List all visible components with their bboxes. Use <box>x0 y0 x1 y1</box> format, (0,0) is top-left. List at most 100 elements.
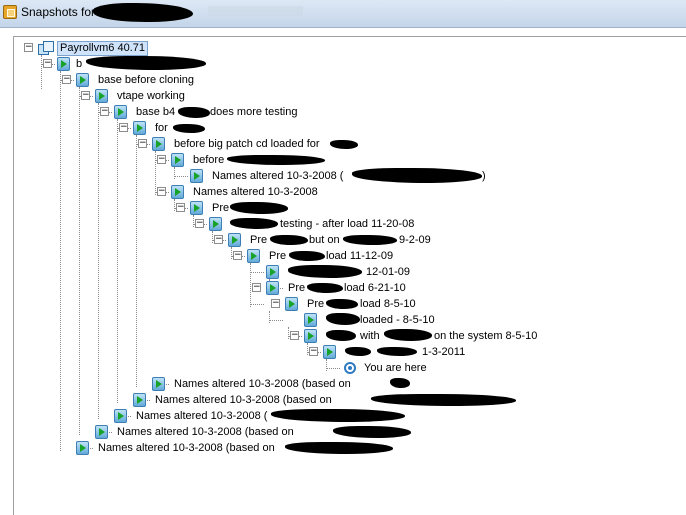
tree-node-snapshot[interactable]: for <box>155 122 168 135</box>
collapse-toggle[interactable]: − <box>43 59 52 68</box>
redaction-mark <box>384 329 432 341</box>
redaction-mark <box>326 313 360 325</box>
tree-connector <box>41 55 42 89</box>
tree-node-snapshot[interactable]: Names altered 10-3-2008 ( <box>136 410 267 423</box>
redaction-mark <box>377 347 417 356</box>
collapse-toggle[interactable]: − <box>290 331 299 340</box>
redaction-mark <box>343 235 397 245</box>
tree-node-label-suffix: does more testing <box>210 106 298 118</box>
tree-node-snapshot[interactable]: Names altered 10-3-2008 <box>193 186 318 199</box>
tree-node-snapshot[interactable]: loaded - 8-5-10 <box>360 314 435 327</box>
title-bar: Snapshots for <box>0 0 686 28</box>
tree-node-snapshot[interactable]: testing - after load 11-20-08 <box>280 218 414 231</box>
snapshot-icon <box>152 137 165 151</box>
snapshot-icon <box>76 441 89 455</box>
collapse-toggle[interactable]: − <box>157 155 166 164</box>
redaction-mark <box>326 299 358 309</box>
redaction-mark <box>227 155 325 165</box>
tree-node-snapshot[interactable]: Pre <box>307 298 324 311</box>
redaction-mark <box>333 426 411 438</box>
tree-node-snapshot[interactable]: Names altered 10-3-2008 (based on <box>174 378 351 391</box>
collapse-toggle[interactable]: − <box>176 203 185 212</box>
redaction-mark <box>178 107 210 118</box>
collapse-toggle[interactable]: − <box>195 219 204 228</box>
snapshot-icon <box>133 121 146 135</box>
collapse-toggle[interactable]: − <box>233 251 242 260</box>
redaction-mark <box>330 140 358 149</box>
tree-node-snapshot[interactable]: with <box>360 330 380 343</box>
tree-node-snapshot[interactable]: base b4 <box>136 106 175 119</box>
tree-connector <box>174 176 188 177</box>
tree-node-snapshot[interactable]: base before cloning <box>98 74 194 87</box>
tree-connector <box>98 103 99 419</box>
tree-node-snapshot[interactable]: Names altered 10-3-2008 (based on <box>155 394 332 407</box>
redaction-mark <box>271 409 405 422</box>
collapse-toggle[interactable]: − <box>62 75 71 84</box>
redaction-mark <box>173 124 205 133</box>
snapshot-tree[interactable]: − Payrollvm6 40.71 − b − base before clo… <box>13 36 686 515</box>
tree-connector <box>326 359 327 371</box>
redaction-mark <box>371 394 516 406</box>
redaction-mark <box>285 442 393 454</box>
collapse-toggle[interactable]: − <box>252 283 261 292</box>
redaction-mark <box>352 168 482 183</box>
snapshot-icon <box>95 89 108 103</box>
tree-connector <box>288 327 289 339</box>
snapshot-icon <box>190 201 203 215</box>
tree-node-vm-root[interactable]: Payrollvm6 40.71 <box>57 41 148 56</box>
collapse-toggle[interactable]: − <box>271 299 280 308</box>
snapshot-icon <box>285 297 298 311</box>
redaction-mark <box>288 265 362 278</box>
tree-node-you-are-here[interactable]: You are here <box>364 362 427 375</box>
tree-node-snapshot[interactable]: vtape working <box>117 90 185 103</box>
collapse-toggle[interactable]: − <box>24 43 33 52</box>
tree-node-snapshot[interactable]: Pre <box>288 282 305 295</box>
tree-node-label-suffix: load 6-21-10 <box>344 282 406 294</box>
tree-node-snapshot[interactable]: Pre <box>250 234 267 247</box>
tree-node-snapshot[interactable]: before <box>193 154 224 167</box>
collapse-toggle[interactable]: − <box>309 347 318 356</box>
tree-node-snapshot[interactable]: Names altered 10-3-2008 ( <box>212 170 343 183</box>
tree-node-snapshot[interactable]: 12-01-09 <box>366 266 410 279</box>
snapshot-icon <box>209 217 222 231</box>
redaction-mark <box>86 56 206 70</box>
snapshot-icon <box>266 281 279 295</box>
snapshot-icon <box>266 265 279 279</box>
snapshot-icon <box>95 425 108 439</box>
tree-node-snapshot[interactable]: Names altered 10-3-2008 (based on <box>117 426 294 439</box>
tree-node-snapshot[interactable]: Pre <box>212 202 229 215</box>
tree-connector <box>231 247 232 259</box>
snapshot-icon <box>190 169 203 183</box>
snapshot-icon <box>323 345 336 359</box>
collapse-toggle[interactable]: − <box>157 187 166 196</box>
tree-connector <box>193 215 194 227</box>
redaction-mark <box>270 235 308 245</box>
virtual-machine-icon <box>38 41 54 55</box>
tree-node-label-suffix: load 8-5-10 <box>360 298 416 310</box>
tree-connector <box>269 320 283 321</box>
tree-node-snapshot[interactable]: Names altered 10-3-2008 (based on <box>98 442 275 455</box>
tree-connector <box>212 231 213 243</box>
snapshot-icon <box>57 57 70 71</box>
redaction-mark <box>230 218 278 229</box>
tree-connector <box>174 199 175 211</box>
redaction-mark <box>230 202 288 214</box>
tree-node-snapshot[interactable]: 1-3-2011 <box>422 346 465 359</box>
redaction-mark <box>345 347 371 356</box>
tree-node-snapshot[interactable]: before big patch cd loaded for <box>174 138 320 151</box>
tree-connector <box>117 119 118 403</box>
tree-node-snapshot[interactable]: Pre <box>269 250 286 263</box>
tree-connector <box>60 71 61 451</box>
tree-node-snapshot[interactable]: b <box>76 58 82 71</box>
redaction-mark <box>307 283 343 293</box>
tree-node-label-suffix: ) <box>482 170 486 182</box>
faded-title-text <box>208 6 303 16</box>
collapse-toggle[interactable]: − <box>100 107 109 116</box>
snapshot-icon <box>304 313 317 327</box>
collapse-toggle[interactable]: − <box>138 139 147 148</box>
collapse-toggle[interactable]: − <box>214 235 223 244</box>
collapse-toggle[interactable]: − <box>81 91 90 100</box>
collapse-toggle[interactable]: − <box>119 123 128 132</box>
tree-node-label-suffix: on the system 8-5-10 <box>434 330 538 342</box>
tree-connector <box>326 368 340 369</box>
